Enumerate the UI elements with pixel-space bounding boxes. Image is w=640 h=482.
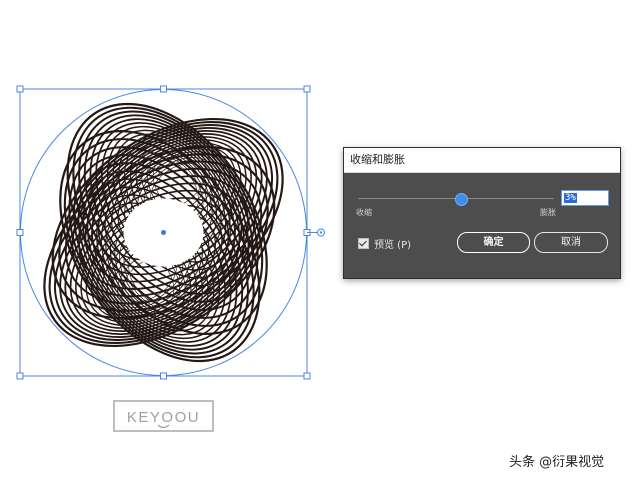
- center-point[interactable]: [161, 230, 166, 235]
- slider-label-pucker: 收缩: [356, 208, 372, 217]
- value-text: 3%: [564, 193, 577, 203]
- ok-button[interactable]: 确定: [457, 232, 530, 253]
- slider-label-bloat: 膨胀: [540, 208, 556, 217]
- handle-middle-left[interactable]: [16, 229, 24, 236]
- handle-bottom-center[interactable]: [160, 372, 167, 380]
- handle-top-center[interactable]: [160, 85, 167, 93]
- preview-checkbox[interactable]: [358, 238, 369, 249]
- handle-bottom-right[interactable]: [303, 372, 311, 380]
- cancel-button[interactable]: 取消: [534, 232, 608, 253]
- handle-bottom-left[interactable]: [16, 372, 24, 380]
- anchor-handle-dot: [319, 231, 323, 234]
- handle-top-left[interactable]: [16, 85, 24, 93]
- value-input[interactable]: 3%: [561, 190, 609, 206]
- preview-label: 预览 (P): [374, 240, 412, 251]
- pucker-bloat-slider-thumb[interactable]: [455, 193, 468, 206]
- preview-option[interactable]: 预览 (P): [358, 236, 411, 251]
- logo-text: KEYOOU: [127, 409, 200, 426]
- pucker-bloat-dialog: 收缩和膨胀 收缩 膨胀 3% 预览 (P) 确定 取消: [343, 147, 621, 279]
- watermark-text: 头条 @衍果视觉: [509, 455, 605, 470]
- dialog-title[interactable]: 收缩和膨胀: [344, 148, 620, 173]
- handle-top-right[interactable]: [303, 85, 311, 93]
- keyoou-logo: KEYOOU: [113, 400, 214, 432]
